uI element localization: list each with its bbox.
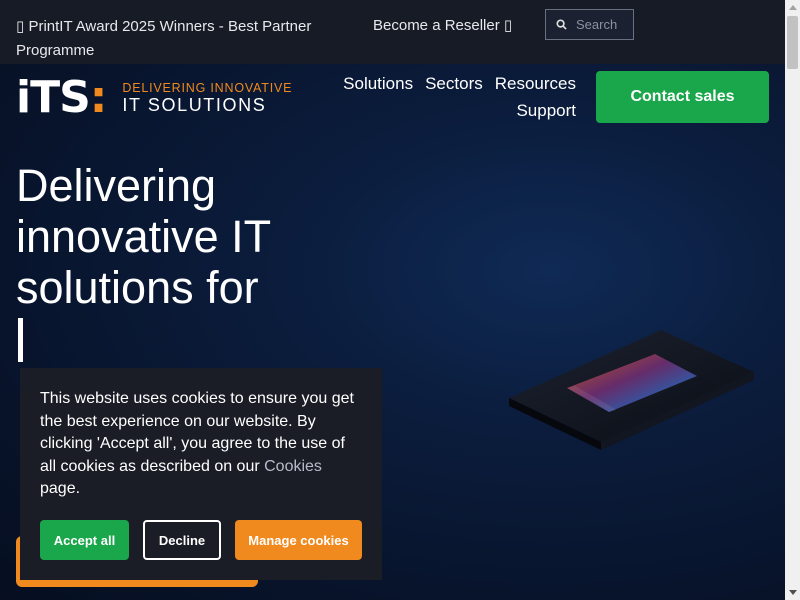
manage-cookies-button[interactable]: Manage cookies (235, 520, 362, 560)
hero-title: Delivering innovative IT solutions for (16, 160, 271, 313)
logo-tagline-line1: DELIVERING INNOVATIVE (122, 81, 293, 95)
logo-mark: iTS: (16, 72, 107, 123)
cookie-message: This website uses cookies to ensure you … (40, 390, 354, 497)
search-input[interactable] (576, 17, 631, 32)
announcement-text: PrintIT Award 2025 Winners - Best Partne… (16, 18, 312, 59)
decline-button[interactable]: Decline (143, 520, 221, 560)
reseller-label: Become a Reseller (373, 17, 500, 34)
nav-item-solutions[interactable]: Solutions (343, 70, 413, 97)
scroll-up-arrow-icon[interactable] (785, 0, 800, 15)
device-illustration (509, 330, 754, 450)
main-nav: Solutions Sectors Resources Support (316, 70, 576, 124)
cookie-banner: This website uses cookies to ensure you … (20, 368, 382, 580)
search-icon[interactable] (546, 19, 576, 30)
award-icon: ▯ (16, 17, 25, 35)
search-box[interactable] (545, 9, 634, 40)
typing-cursor (18, 318, 23, 362)
logo-tagline: DELIVERING INNOVATIVE IT SOLUTIONS (122, 81, 292, 115)
nav-item-support[interactable]: Support (516, 97, 576, 124)
nav-item-sectors[interactable]: Sectors (425, 70, 483, 97)
nav-item-resources[interactable]: Resources (495, 70, 576, 97)
accept-all-button[interactable]: Accept all (40, 520, 129, 560)
page-scrollbar[interactable] (785, 0, 800, 600)
announcement-link[interactable]: ▯ PrintIT Award 2025 Winners - Best Part… (16, 14, 326, 63)
cookies-page-link[interactable]: Cookies (264, 458, 322, 475)
cookie-actions: Accept all Decline Manage cookies (40, 520, 362, 560)
scroll-down-arrow-icon[interactable] (785, 585, 800, 600)
announcement-bar: ▯ PrintIT Award 2025 Winners - Best Part… (0, 0, 785, 64)
external-link-icon: ▯ (503, 17, 513, 34)
become-reseller-link[interactable]: Become a Reseller ▯ (373, 14, 512, 38)
page: ▯ PrintIT Award 2025 Winners - Best Part… (0, 0, 785, 600)
scrollbar-thumb[interactable] (787, 16, 798, 69)
contact-sales-button[interactable]: Contact sales (596, 71, 769, 123)
logo-tagline-line2: IT SOLUTIONS (122, 95, 267, 115)
site-logo[interactable]: iTS: DELIVERING INNOVATIVE IT SOLUTIONS (16, 72, 292, 123)
